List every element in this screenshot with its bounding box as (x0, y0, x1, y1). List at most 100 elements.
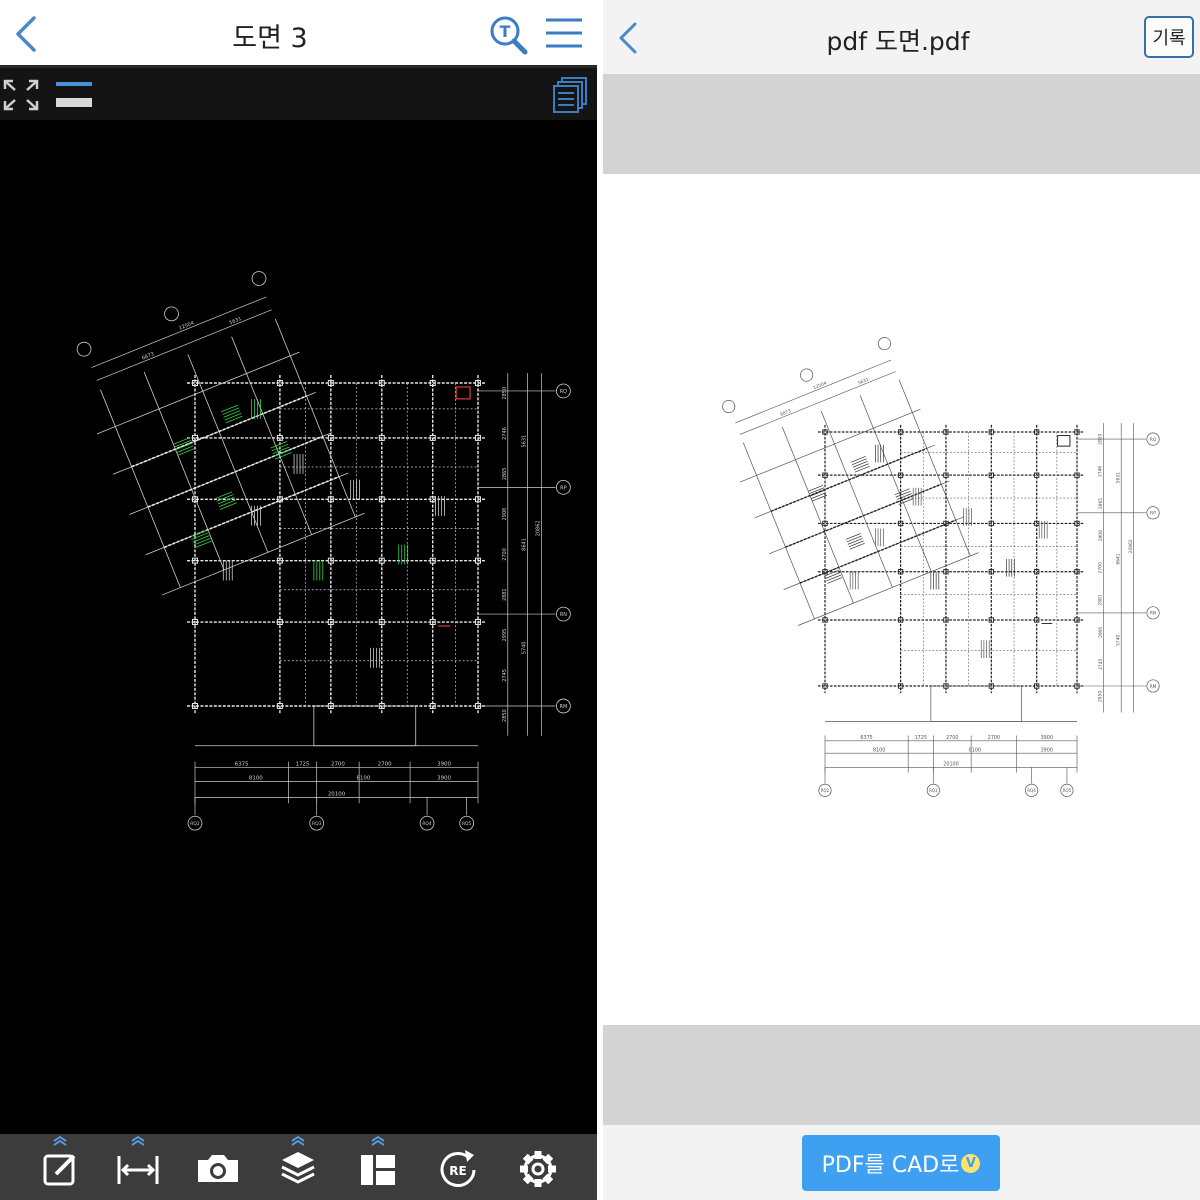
text-search-button[interactable]: T (488, 14, 530, 56)
regenerate-button[interactable]: RE (432, 1136, 484, 1198)
dimension-label: 6375 (860, 735, 872, 741)
markup-edit-button[interactable] (34, 1136, 86, 1198)
dimension-label: 2881 (502, 588, 508, 601)
dimension-label: 20862 (1128, 539, 1134, 553)
measure-icon (117, 1136, 159, 1184)
note-mark (270, 441, 288, 449)
dimension-label: 5631 (522, 435, 528, 448)
layout-toggle-button[interactable] (54, 78, 94, 112)
note-mark (218, 499, 236, 508)
note-mark (221, 404, 239, 413)
grid-bubble (251, 271, 267, 286)
dimension-label: 2700 (1098, 562, 1104, 573)
layers-button[interactable] (272, 1136, 324, 1198)
premium-badge: V (961, 1153, 981, 1173)
note-mark (190, 529, 208, 538)
dimension-label: 2850 (502, 387, 508, 400)
fullscreen-icon (3, 79, 39, 111)
grid-bubble-label: RQ4 (1027, 788, 1036, 793)
pdf-action-bar: PDF를 CAD로 V (603, 1125, 1200, 1200)
dimension-label: 2745 (1098, 658, 1104, 669)
dimension-label: 20862 (536, 520, 542, 536)
note-mark (223, 410, 241, 418)
dimension-label: 2995 (502, 629, 508, 642)
note-mark (217, 496, 235, 505)
wing-gridline (187, 354, 269, 553)
grid-bubble-label: RN (560, 612, 567, 618)
measure-button[interactable] (112, 1136, 164, 1198)
dimension-label: 2700 (378, 762, 392, 768)
svg-text:T: T (500, 22, 511, 41)
note-mark (215, 491, 233, 499)
extension-outline (313, 705, 417, 747)
dimension-label: 2700 (946, 735, 958, 741)
note-mark (177, 448, 195, 456)
cad-header: 도면 3 T (0, 0, 597, 68)
sheets-icon (553, 77, 587, 113)
pdf-to-cad-button[interactable]: PDF를 CAD로 V (802, 1135, 1000, 1191)
pdf-to-cad-label: PDF를 CAD로 (821, 1153, 960, 1178)
history-button[interactable]: 기록 (1144, 16, 1194, 58)
dimension-label: 2881 (1098, 594, 1104, 605)
note-mark (194, 540, 212, 549)
markup-edit-icon (43, 1136, 76, 1186)
dimension-label: 1725 (296, 762, 310, 768)
grid-bubble-label: RQ3 (929, 788, 938, 793)
camera-button[interactable] (192, 1136, 244, 1198)
dimension-label: 5740 (522, 642, 528, 655)
top-dimensions: 6873 12504 5631 (76, 271, 272, 381)
dimension-label: 2908 (502, 508, 508, 521)
dimension-label: 5631 (1115, 472, 1121, 483)
dimension-label: 20100 (328, 791, 346, 797)
dimension-label: 6375 (235, 762, 249, 768)
back-button[interactable] (8, 14, 44, 54)
fullscreen-button[interactable] (2, 78, 40, 112)
wing-gridline (96, 351, 300, 435)
layout-panel-icon (361, 1136, 395, 1185)
dimension-label: 3900 (437, 775, 451, 781)
regenerate-label: RE (449, 1164, 466, 1178)
sheets-button[interactable] (552, 76, 588, 114)
dimension-label: 2995 (1098, 626, 1104, 637)
layout-bars-icon (56, 82, 92, 107)
dimension-label: 2850 (502, 709, 508, 722)
cad-viewer-pane: 도면 3 T 6375 1725 2700 2700 3900 8100 810… (0, 0, 597, 1200)
dimension-label: 2908 (1098, 530, 1104, 541)
menu-button[interactable] (543, 14, 585, 54)
grid-bubble (164, 306, 179, 322)
regenerate-icon: RE (440, 1150, 476, 1187)
grid-bubble-label: RQ (1150, 437, 1157, 443)
note-mark (175, 442, 193, 451)
wing-gridline (143, 371, 225, 571)
wing-gridline (161, 512, 365, 596)
dimension-label: 3900 (437, 762, 451, 768)
pdf-page-preview[interactable]: 6375 1725 2700 2700 39008100 8100 390020100RQ2… (603, 174, 1200, 1025)
layout-panel-button[interactable] (352, 1136, 404, 1198)
grid-bubble-label: RQ (560, 389, 567, 395)
highlight-box (455, 386, 471, 400)
layers-icon (281, 1136, 315, 1184)
pdf-viewer-pane: pdf 도면.pdf 기록 6375 1725 2700 2700 3900 8100 81… (603, 0, 1200, 1200)
cad-drawing-canvas[interactable]: 6375 1725 2700 2700 39008100 8100 390020100RQ2… (0, 120, 597, 1134)
dimension-label: 3900 (1041, 735, 1053, 741)
dimension-label: 8100 (249, 775, 263, 781)
dimension-label: 2850 (1098, 433, 1104, 444)
settings-button[interactable] (512, 1136, 564, 1198)
grid-bubble-label: RN (1150, 611, 1156, 617)
grid-bubble-label: RQ2 (190, 821, 200, 827)
dimension-label: 8641 (1115, 553, 1121, 564)
grid-bubble-label: RQ3 (312, 821, 322, 827)
rotated-wing (96, 318, 365, 596)
back-button[interactable] (613, 18, 643, 58)
dimension-label: 2865 (1098, 498, 1104, 509)
grid-bubble-label: RQ2 (821, 788, 830, 793)
pdf-header: pdf 도면.pdf 기록 (603, 0, 1200, 74)
dimension-label: 12504 (178, 320, 195, 331)
dimension-label: 2700 (988, 735, 1000, 741)
grid-bubble (76, 341, 92, 357)
page-title: 도면 3 (232, 23, 308, 54)
note-mark (216, 494, 234, 502)
dimension-label: 2700 (331, 762, 345, 768)
structural-plan-drawing: 6375 1725 2700 2700 39008100 8100 390020100RQ2… (76, 271, 571, 831)
dimension-label: 8641 (522, 538, 528, 551)
